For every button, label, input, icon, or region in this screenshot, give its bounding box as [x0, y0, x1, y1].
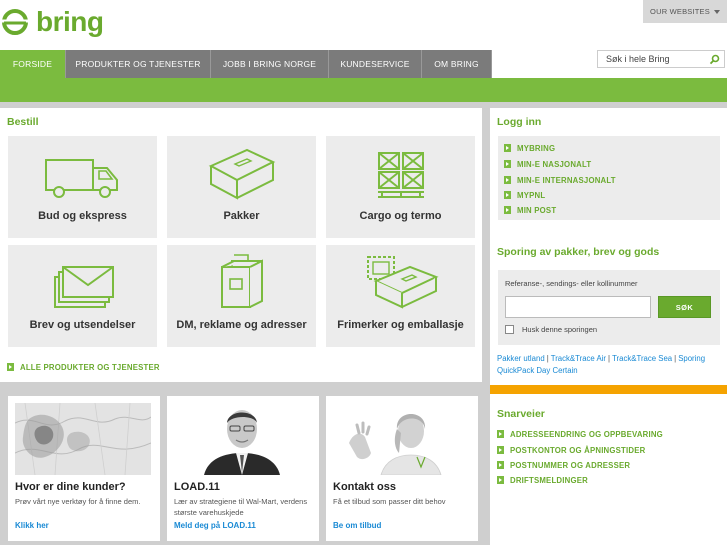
orange-divider	[490, 385, 727, 394]
login-item-mine-nasjonalt[interactable]: MIN-E NASJONALT	[504, 160, 591, 169]
map-icon	[15, 403, 151, 475]
login-list: MYBRING MIN-E NASJONALT MIN-E INTERNASJO…	[498, 136, 720, 220]
arrow-right-icon	[497, 446, 504, 454]
link-track-trace-sea[interactable]: Track&Trace Sea	[612, 354, 672, 363]
snarvei-postkontor[interactable]: POSTKONTOR OG ÅPNINGSTIDER	[497, 446, 645, 455]
bring-logo-icon	[2, 9, 30, 35]
promo-load11[interactable]: LOAD.11 Lær av strategiene til Wal-Mart,…	[167, 396, 319, 541]
divider	[0, 382, 482, 396]
tile-frimerker[interactable]: Frimerker og emballasje	[326, 245, 475, 347]
snarvei-adresseendring[interactable]: ADRESSEENDRING OG OPPBEVARING	[497, 430, 663, 439]
sporing-form: Referanse-, sendings- eller kollinummer …	[498, 270, 720, 345]
link-track-trace-air[interactable]: Track&Trace Air	[551, 354, 606, 363]
promo-area: Hvor er dine kunder? Prøv vårt nye verkt…	[0, 396, 482, 545]
snarveier-panel: Snarveier ADRESSEENDRING OG OPPBEVARING …	[490, 394, 727, 545]
arrow-right-icon	[504, 176, 511, 184]
all-products-link[interactable]: ALLE PRODUKTER OG TJENESTER	[7, 363, 160, 372]
letters-icon	[53, 266, 114, 308]
remember-checkbox[interactable]	[505, 325, 514, 334]
sporing-panel: Sporing av pakker, brev og gods Referans…	[490, 240, 727, 385]
sporing-label: Referanse-, sendings- eller kollinummer	[505, 279, 638, 288]
snarveier-title: Snarveier	[497, 408, 545, 420]
link-pakker-utland[interactable]: Pakker utland	[497, 354, 545, 363]
portrait-woman-image	[333, 403, 469, 475]
login-panel: Logg inn MYBRING MIN-E NASJONALT MIN-E I…	[490, 108, 727, 232]
tile-dm-reklame[interactable]: DM, reklame og adresser	[167, 245, 316, 347]
arrow-right-icon	[504, 160, 511, 168]
column-divider	[482, 108, 490, 545]
portrait-man-image	[174, 403, 310, 475]
logo-text: bring	[36, 6, 104, 37]
tile-bud-og-ekspress[interactable]: Bud og ekspress	[8, 136, 157, 238]
login-item-min-post[interactable]: MIN POST	[504, 206, 556, 215]
search-input[interactable]: Søk i hele Bring	[606, 54, 670, 64]
stamp-box-icon	[366, 256, 439, 309]
tile-pakker[interactable]: Pakker	[167, 136, 316, 238]
green-banner	[0, 78, 727, 102]
arrow-right-icon	[497, 476, 504, 484]
cargo-pallet-icon	[377, 152, 424, 198]
bestill-title: Bestill	[7, 116, 39, 128]
arrow-right-icon	[504, 191, 511, 199]
person-icon	[204, 410, 280, 475]
promo-kontakt[interactable]: Kontakt oss Få et tilbud som passer ditt…	[326, 396, 478, 541]
arrow-right-icon	[504, 206, 511, 214]
login-item-mine-internasjonalt[interactable]: MIN-E INTERNASJONALT	[504, 176, 616, 185]
login-title: Logg inn	[497, 116, 542, 128]
nav-item-forside[interactable]: FORSIDE	[0, 50, 66, 78]
file-box-icon	[220, 254, 263, 308]
arrow-right-icon	[497, 461, 504, 469]
chevron-down-icon	[713, 9, 720, 14]
sporing-title: Sporing av pakker, brev og gods	[497, 246, 660, 258]
tracking-number-input[interactable]	[505, 296, 651, 318]
login-item-mybring[interactable]: MYBRING	[504, 144, 555, 153]
nav-item-om-bring[interactable]: OM BRING	[422, 50, 492, 78]
tile-brev-og-utsendelser[interactable]: Brev og utsendelser	[8, 245, 157, 347]
arrow-right-icon	[497, 430, 504, 438]
promo-link[interactable]: Meld deg på LOAD.11	[174, 521, 256, 530]
sok-button[interactable]: SØK	[658, 296, 711, 318]
tracking-links: Pakker utland | Track&Trace Air | Track&Trac…	[497, 354, 706, 375]
van-icon	[44, 159, 118, 198]
nav-item-kundeservice[interactable]: KUNDESERVICE	[329, 50, 422, 78]
tile-cargo-og-termo[interactable]: Cargo og termo	[326, 136, 475, 238]
nav-item-produkter[interactable]: PRODUKTER OG TJENESTER	[66, 50, 211, 78]
search-box[interactable]: Søk i hele Bring	[597, 50, 725, 68]
package-icon	[208, 148, 275, 200]
our-websites-dropdown[interactable]: OUR WEBSITES	[643, 0, 727, 23]
bestill-panel: Bestill Bud og ekspress Pakker Cargo og …	[0, 108, 482, 382]
promo-link[interactable]: Be om tilbud	[333, 521, 381, 530]
snarvei-postnummer[interactable]: POSTNUMMER OG ADRESSER	[497, 461, 630, 470]
login-item-mypnl[interactable]: MYPNL	[504, 191, 545, 200]
person-icon	[349, 414, 442, 475]
bring-logo[interactable]: bring	[2, 8, 104, 36]
map-image	[15, 403, 151, 475]
our-websites-label: OUR WEBSITES	[650, 7, 710, 16]
main-nav: FORSIDE PRODUKTER OG TJENESTER JOBB I BR…	[0, 50, 492, 78]
nav-item-jobb[interactable]: JOBB I BRING NORGE	[211, 50, 329, 78]
search-icon[interactable]	[709, 54, 720, 65]
promo-kunder[interactable]: Hvor er dine kunder? Prøv vårt nye verkt…	[8, 396, 160, 541]
arrow-right-icon	[504, 144, 511, 152]
arrow-right-icon	[7, 363, 14, 371]
remember-label: Husk denne sporingen	[522, 325, 598, 334]
promo-link[interactable]: Klikk her	[15, 521, 49, 530]
snarvei-driftsmeldinger[interactable]: DRIFTSMELDINGER	[497, 476, 588, 485]
